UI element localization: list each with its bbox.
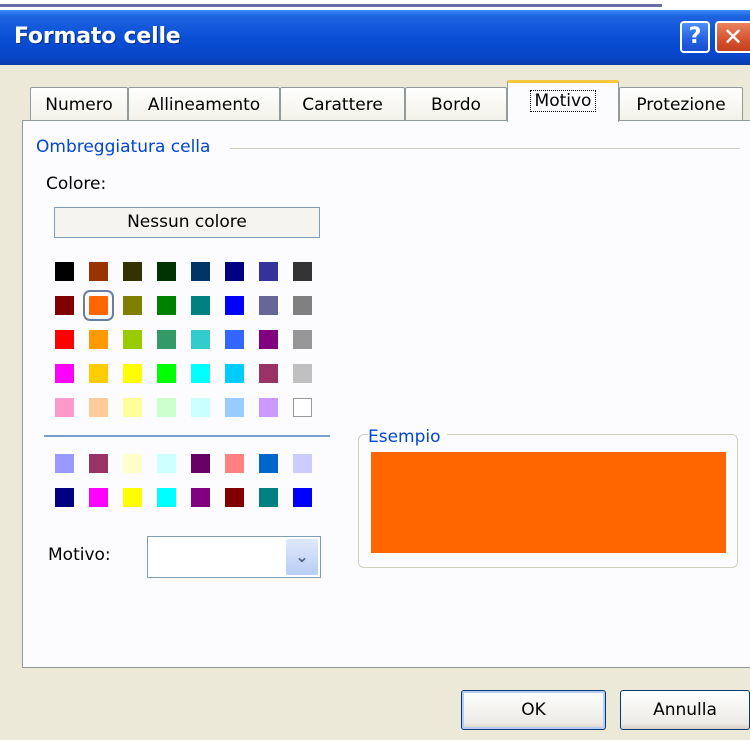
window-title: Formato celle bbox=[14, 24, 181, 49]
color-swatch[interactable] bbox=[293, 296, 312, 315]
color-label: Colore: bbox=[46, 174, 107, 194]
color-swatch[interactable] bbox=[259, 262, 278, 281]
color-swatch[interactable] bbox=[225, 262, 244, 281]
color-swatch[interactable] bbox=[55, 296, 74, 315]
close-icon: ✕ bbox=[723, 23, 744, 51]
color-swatch[interactable] bbox=[293, 488, 312, 507]
color-swatch[interactable] bbox=[55, 454, 74, 473]
tab-label: Protezione bbox=[636, 95, 726, 115]
tab-motivo[interactable]: Motivo bbox=[507, 80, 619, 122]
color-swatch[interactable] bbox=[89, 398, 108, 417]
color-swatch[interactable] bbox=[157, 364, 176, 383]
tab-allineamento[interactable]: Allineamento bbox=[128, 87, 280, 121]
window-top-border bbox=[0, 4, 662, 7]
example-preview bbox=[371, 452, 726, 553]
color-swatch[interactable] bbox=[191, 262, 210, 281]
color-swatch[interactable] bbox=[55, 262, 74, 281]
color-swatch[interactable] bbox=[157, 454, 176, 473]
cancel-button[interactable]: Annulla bbox=[620, 690, 750, 730]
color-swatch[interactable] bbox=[293, 330, 312, 349]
color-swatch[interactable] bbox=[225, 454, 244, 473]
tab-protezione[interactable]: Protezione bbox=[619, 87, 743, 121]
color-swatch[interactable] bbox=[157, 262, 176, 281]
tab-label: Numero bbox=[45, 95, 113, 115]
color-swatch[interactable] bbox=[225, 398, 244, 417]
color-swatch[interactable] bbox=[89, 454, 108, 473]
color-swatch[interactable] bbox=[225, 364, 244, 383]
color-swatch[interactable] bbox=[89, 262, 108, 281]
color-swatch[interactable] bbox=[157, 488, 176, 507]
color-swatch[interactable] bbox=[157, 330, 176, 349]
tab-bordo[interactable]: Bordo bbox=[405, 87, 507, 121]
color-swatch[interactable] bbox=[191, 398, 210, 417]
color-swatch[interactable] bbox=[55, 364, 74, 383]
chevron-down-icon[interactable]: ⌄ bbox=[286, 539, 318, 575]
color-swatch[interactable] bbox=[89, 488, 108, 507]
color-swatch[interactable] bbox=[123, 364, 142, 383]
tab-label: Bordo bbox=[431, 95, 481, 115]
tab-label: Carattere bbox=[302, 95, 383, 115]
color-swatch[interactable] bbox=[55, 488, 74, 507]
ok-button[interactable]: OK bbox=[461, 690, 606, 730]
color-swatch[interactable] bbox=[225, 296, 244, 315]
color-swatch[interactable] bbox=[225, 330, 244, 349]
color-swatch[interactable] bbox=[293, 398, 312, 417]
color-swatch[interactable] bbox=[89, 364, 108, 383]
color-swatch[interactable] bbox=[293, 454, 312, 473]
color-swatch[interactable] bbox=[123, 454, 142, 473]
help-button[interactable]: ? bbox=[680, 21, 710, 53]
color-swatch[interactable] bbox=[123, 488, 142, 507]
color-swatch[interactable] bbox=[259, 296, 278, 315]
color-swatch[interactable] bbox=[259, 364, 278, 383]
color-swatch[interactable] bbox=[225, 488, 244, 507]
group-divider bbox=[230, 148, 740, 149]
no-color-button[interactable]: Nessun colore bbox=[54, 207, 320, 238]
color-swatch[interactable] bbox=[191, 488, 210, 507]
color-swatch[interactable] bbox=[191, 454, 210, 473]
color-swatch[interactable] bbox=[293, 262, 312, 281]
color-swatch[interactable] bbox=[55, 398, 74, 417]
color-swatch[interactable] bbox=[55, 330, 74, 349]
color-swatch[interactable] bbox=[191, 364, 210, 383]
group-label-shading: Ombreggiatura cella bbox=[36, 137, 217, 157]
color-swatch[interactable] bbox=[293, 364, 312, 383]
pattern-dropdown[interactable]: ⌄ bbox=[147, 536, 321, 578]
color-swatch[interactable] bbox=[89, 330, 108, 349]
help-icon: ? bbox=[688, 24, 702, 49]
color-swatch[interactable] bbox=[259, 454, 278, 473]
tab-label: Motivo bbox=[529, 90, 597, 112]
pattern-label: Motivo: bbox=[48, 545, 111, 565]
tab-numero[interactable]: Numero bbox=[30, 87, 128, 121]
color-swatch[interactable] bbox=[259, 398, 278, 417]
color-swatch-selected[interactable] bbox=[83, 290, 114, 321]
color-swatch[interactable] bbox=[191, 330, 210, 349]
color-swatch[interactable] bbox=[157, 398, 176, 417]
example-label: Esempio bbox=[368, 427, 447, 447]
color-swatch[interactable] bbox=[157, 296, 176, 315]
tab-label: Allineamento bbox=[147, 95, 261, 115]
color-swatch[interactable] bbox=[259, 330, 278, 349]
color-swatch[interactable] bbox=[123, 296, 142, 315]
color-swatch[interactable] bbox=[191, 296, 210, 315]
color-swatch[interactable] bbox=[123, 398, 142, 417]
tab-panel-motivo bbox=[22, 120, 750, 668]
close-button[interactable]: ✕ bbox=[715, 21, 750, 53]
color-swatch[interactable] bbox=[123, 330, 142, 349]
color-swatch[interactable] bbox=[123, 262, 142, 281]
tab-carattere[interactable]: Carattere bbox=[280, 87, 405, 121]
palette-separator bbox=[44, 435, 330, 437]
color-swatch[interactable] bbox=[259, 488, 278, 507]
